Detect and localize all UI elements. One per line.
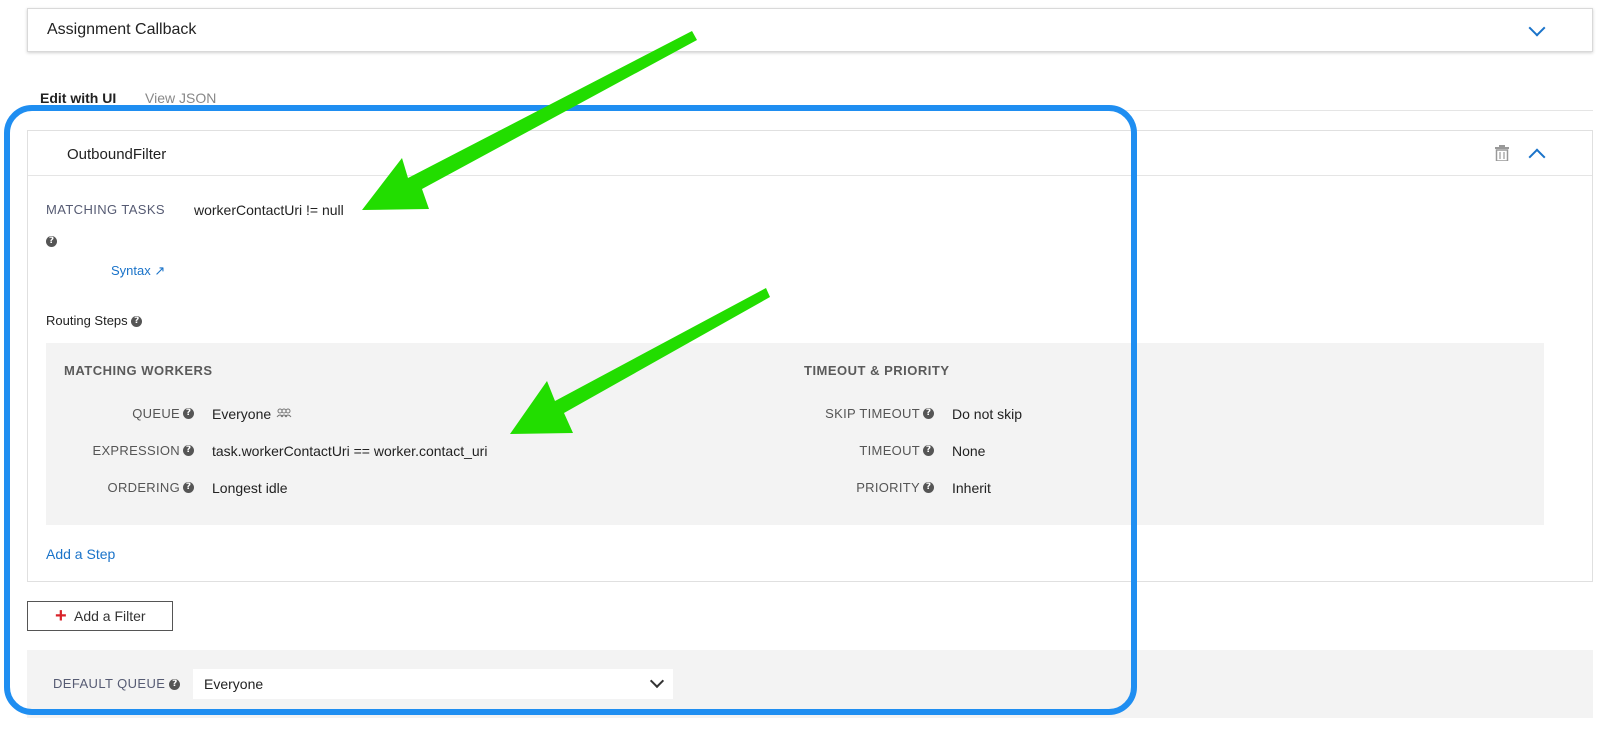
annotation-arrows <box>362 31 770 434</box>
green-arrow-lower <box>510 288 770 434</box>
green-arrow-upper <box>362 31 697 210</box>
